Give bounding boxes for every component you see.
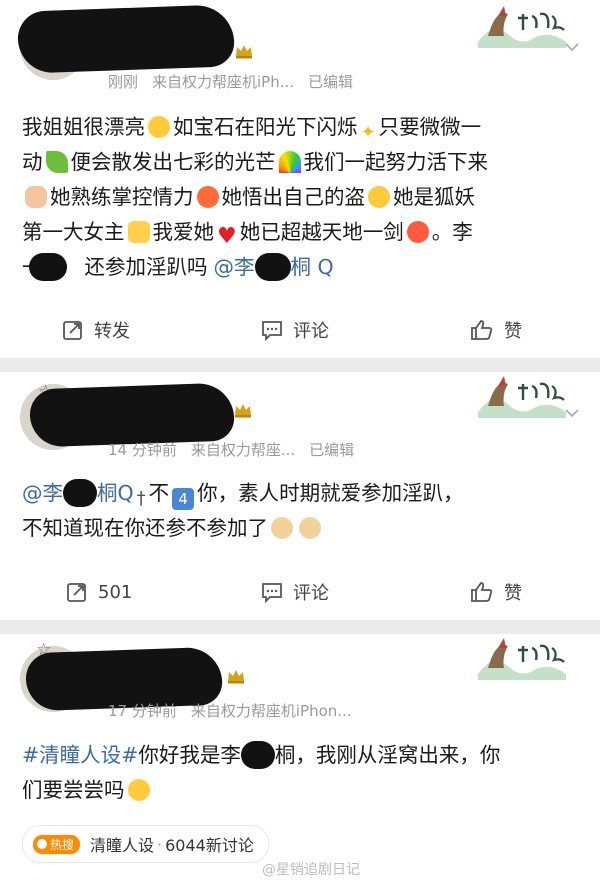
- post-actions: 转发 评论 赞: [0, 310, 600, 350]
- angry-face-emoji-icon: [196, 186, 219, 208]
- like-button[interactable]: 赞: [470, 572, 522, 612]
- post-meta: 14 分钟前 来自权力帮座... 已编辑: [108, 439, 368, 460]
- body-line: 第一大女主 我爱她 ♥ 她已超越天地一剑 。李: [22, 220, 473, 249]
- body-line: #清瞳人设#你好我是李 桐，我刚从淫窝出来，你: [22, 741, 501, 769]
- post-meta: 17 分钟前 来自权力帮座机iPhon...: [108, 700, 366, 721]
- app-logo-icon: [478, 638, 566, 680]
- leaf-emoji-icon: [45, 151, 68, 173]
- kissing-face-emoji-icon: [127, 779, 150, 801]
- repost-count: 501: [98, 581, 133, 603]
- post-card-1: 刚刚 来自权力帮座机iPh... 已编辑 我姐姐很漂亮 如宝石在阳光下闪烁 ✦ 只要微微一…: [0, 0, 600, 358]
- app-logo-icon: [478, 376, 566, 418]
- rainbow-emoji-icon: [278, 151, 301, 173]
- thumbs-up-icon: [471, 582, 493, 602]
- body-line: 动便会散发出七彩的光芒 我们一起努力活下来: [22, 150, 488, 174]
- chevron-down-icon[interactable]: [565, 408, 579, 418]
- red-heart-emoji-icon: ♥: [217, 224, 237, 249]
- post-source[interactable]: 来自权力帮座机iPh...: [152, 73, 294, 91]
- comment-icon: [262, 583, 282, 603]
- redacted-username: [29, 382, 235, 448]
- redacted-username: [16, 4, 236, 74]
- comment-icon: [262, 321, 282, 341]
- mention-link[interactable]: @李桐 Q: [214, 253, 334, 281]
- hot-search-badge: 热搜: [33, 834, 81, 854]
- mention-link[interactable]: @李 桐Q: [22, 479, 134, 507]
- comment-button[interactable]: 评论: [261, 310, 329, 350]
- edited-label: 已编辑: [308, 73, 354, 91]
- post-body: @李 桐Q † 不 4 你，素人时期就爱参加淫趴， 不知道现在你还参不参加了: [22, 476, 584, 546]
- redacted-text: [240, 741, 275, 769]
- post-source[interactable]: 来自权力帮座机iPhon...: [191, 702, 352, 720]
- redacted-text: [28, 253, 67, 281]
- flame-icon: [37, 839, 47, 849]
- thumbs-up-icon: [471, 320, 493, 340]
- post-body: 我姐姐很漂亮 如宝石在阳光下闪烁 ✦ 只要微微一 动便会散发出七彩的光芒 我们一起努力活…: [22, 110, 584, 285]
- watermark: @星销追剧日记: [262, 862, 360, 878]
- post-time: 14 分钟前: [108, 441, 177, 459]
- edited-label: 已编辑: [309, 441, 355, 459]
- post-body: #清瞳人设#你好我是李 桐，我刚从淫窝出来，你 们要尝尝吗: [22, 738, 584, 808]
- post-time: 刚刚: [108, 73, 139, 91]
- like-button[interactable]: 赞: [470, 310, 522, 350]
- clapping-hands-emoji-icon: [127, 221, 150, 243]
- flexed-bicep-emoji-icon: [25, 186, 47, 208]
- post-card-2: ☆ 14 分钟前来自权力帮座...已编辑 @李桐Q†不4你，素人时期就爱参加淫趴…: [0, 372, 600, 620]
- repost-icon: [63, 321, 82, 340]
- post-card-3: ☆ 17 分钟前 来自权力帮座机iPhon... #清瞳人设#你好我是李 桐，我刚从…: [0, 634, 600, 887]
- body-line: 不知道现在你还参不参加了: [22, 511, 584, 546]
- chevron-down-icon[interactable]: [565, 42, 579, 52]
- comment-button[interactable]: 评论: [261, 572, 329, 612]
- heart-eyes-emoji-icon: [148, 116, 170, 138]
- hashtag-link[interactable]: #清瞳人设#: [22, 743, 138, 767]
- topic-link[interactable]: 热搜 清瞳人设 · 6044新讨论: [22, 825, 269, 863]
- repost-icon: [67, 583, 86, 602]
- body-line: 一还参加淫趴吗@李桐 Q: [22, 250, 584, 285]
- body-line: @李 桐Q † 不 4 你，素人时期就爱参加淫趴，: [22, 479, 464, 510]
- topic-discussion-count: 6044新讨论: [165, 836, 254, 855]
- sparkles-emoji-icon: ✦: [360, 122, 376, 143]
- post-meta: 刚刚 来自权力帮座机iPh... 已编辑: [108, 71, 367, 92]
- hot-face-emoji-icon: [406, 221, 429, 243]
- body-line: 们要尝尝吗: [22, 773, 584, 808]
- crown-badge-icon: [236, 45, 252, 59]
- doge-emoji-icon: [271, 517, 293, 539]
- redacted-text: [254, 253, 291, 281]
- repost-button[interactable]: 501: [66, 572, 132, 612]
- post-actions: 501 评论 赞: [0, 572, 600, 612]
- post-time: 17 分钟前: [108, 702, 177, 720]
- repost-button[interactable]: 转发: [62, 310, 130, 350]
- crown-badge-icon: [235, 404, 251, 418]
- crown-badge-icon: [228, 670, 244, 684]
- app-logo-icon: [478, 6, 566, 48]
- keycap-four-emoji-icon: 4: [172, 488, 195, 510]
- topic-name: 清瞳人设: [90, 836, 155, 855]
- body-line: 我姐姐很漂亮 如宝石在阳光下闪烁 ✦ 只要微微一: [22, 115, 482, 143]
- dagger-emoji-icon: †: [136, 488, 146, 509]
- doge-emoji-icon: [299, 517, 321, 539]
- body-line: 她熟练掌控情力 她悟出自己的盗 她是狐妖: [22, 180, 584, 215]
- redacted-text: [63, 479, 97, 507]
- relieved-face-emoji-icon: [368, 186, 390, 208]
- post-source[interactable]: 来自权力帮座...: [191, 441, 295, 459]
